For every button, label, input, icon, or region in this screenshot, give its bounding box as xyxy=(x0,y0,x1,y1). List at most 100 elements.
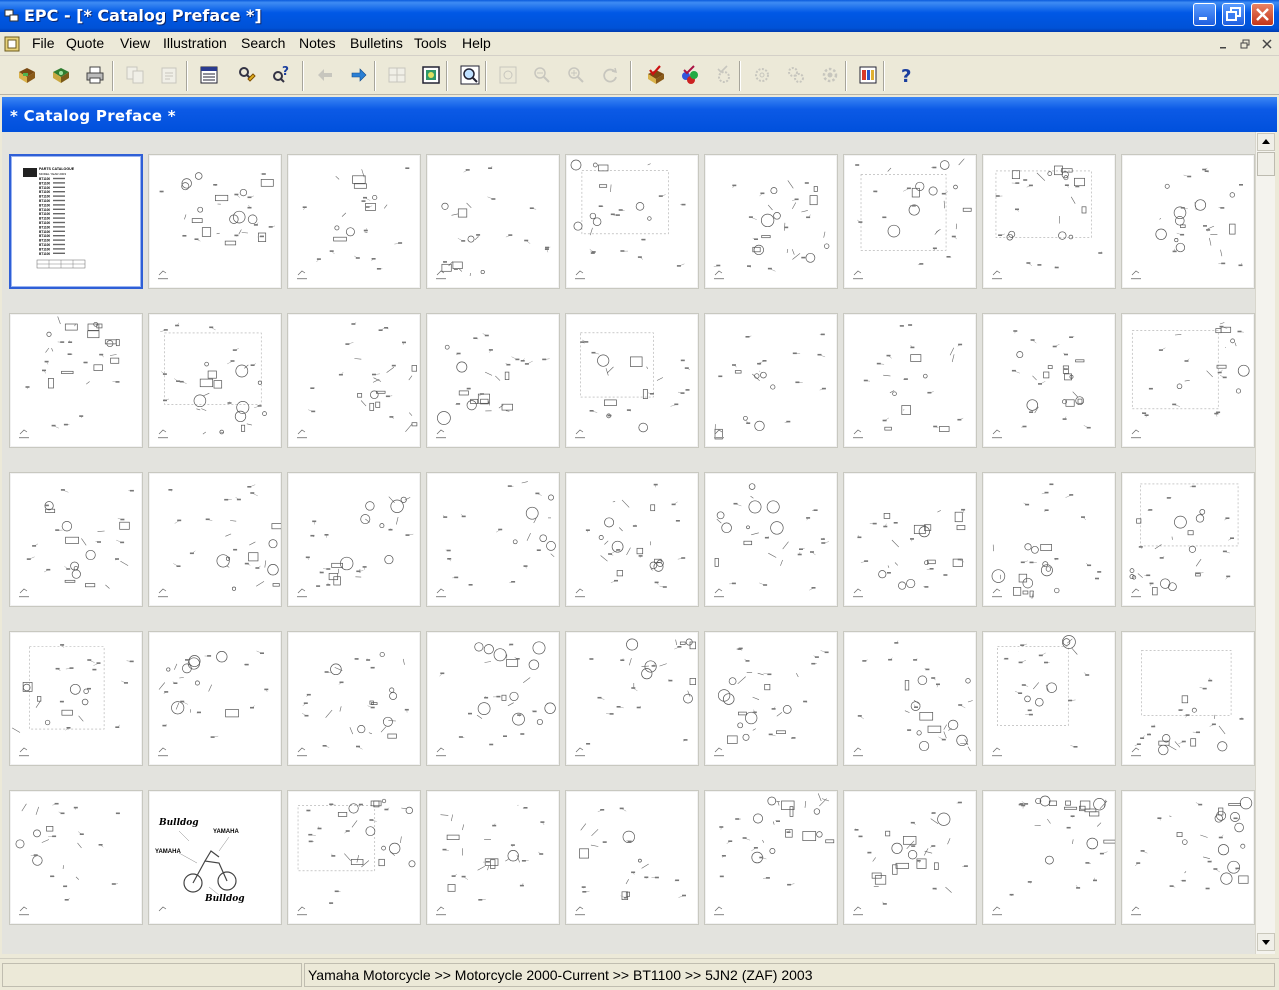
close-button[interactable] xyxy=(1251,3,1274,26)
paste-page-button[interactable] xyxy=(156,61,182,89)
thumbnail-page[interactable] xyxy=(1121,472,1255,607)
close-icon xyxy=(1256,8,1269,21)
thumbnails-button[interactable] xyxy=(384,61,410,89)
gear-tool-3-button[interactable] xyxy=(817,61,843,89)
preface-model: BT1100 xyxy=(39,203,50,207)
thumbnail-page[interactable] xyxy=(565,472,699,607)
thumbnail-page[interactable] xyxy=(148,631,282,766)
svg-text:?: ? xyxy=(901,66,911,86)
thumbnail-preface-page[interactable]: PARTS CATALOGUE MODEL YEAR 2003 BT1100 BT11… xyxy=(9,154,143,289)
thumbnail-page[interactable] xyxy=(9,790,143,925)
bulletin-icon xyxy=(859,66,877,84)
thumbnail-page[interactable] xyxy=(287,631,421,766)
menu-bulletins[interactable]: Bulletins xyxy=(350,35,403,51)
page-illustration xyxy=(853,508,966,598)
gear-tool-2-button[interactable] xyxy=(783,61,809,89)
scroll-down-button[interactable] xyxy=(1257,933,1275,951)
menu-file[interactable]: File xyxy=(32,35,55,51)
thumbnail-page[interactable] xyxy=(843,154,977,289)
open-catalog-button[interactable] xyxy=(14,61,40,89)
page-illustration xyxy=(1131,650,1244,757)
print-button[interactable] xyxy=(82,61,108,89)
thumbnail-page[interactable] xyxy=(9,472,143,607)
back-button[interactable] xyxy=(312,61,338,89)
catalog-list-button[interactable] xyxy=(48,61,74,89)
thumbnail-page[interactable] xyxy=(843,313,977,448)
zoom-out-button[interactable] xyxy=(529,61,555,89)
menu-illustration[interactable]: Illustration xyxy=(163,35,227,51)
thumbnail-page[interactable] xyxy=(982,472,1116,607)
find-part-button[interactable] xyxy=(234,61,260,89)
gear-settings-icon xyxy=(822,67,838,83)
thumbnail-page[interactable] xyxy=(426,154,560,289)
thumbnail-page[interactable] xyxy=(148,154,282,289)
bulletin-button[interactable] xyxy=(855,61,881,89)
thumbnail-page[interactable] xyxy=(565,154,699,289)
mdi-minimize-button[interactable] xyxy=(1216,37,1230,51)
thumbnail-page[interactable] xyxy=(148,313,282,448)
thumbnail-page[interactable] xyxy=(982,313,1116,448)
zoom-window-button[interactable] xyxy=(457,61,483,89)
minimize-button[interactable] xyxy=(1193,3,1216,26)
menu-search[interactable]: Search xyxy=(241,35,285,51)
thumbnail-page[interactable] xyxy=(9,631,143,766)
mdi-restore-button[interactable] xyxy=(1238,37,1252,51)
query-button[interactable]: ? xyxy=(268,61,294,89)
colors-button[interactable] xyxy=(677,61,703,89)
parts-check-button[interactable] xyxy=(711,61,737,89)
thumbnail-page[interactable] xyxy=(426,472,560,607)
thumbnail-page[interactable] xyxy=(426,631,560,766)
thumbnail-page[interactable] xyxy=(287,472,421,607)
thumbnail-page[interactable] xyxy=(287,313,421,448)
menu-help[interactable]: Help xyxy=(462,35,491,51)
copy-page-button[interactable] xyxy=(122,61,148,89)
thumbnail-page[interactable] xyxy=(148,472,282,607)
thumbnail-page[interactable] xyxy=(287,790,421,925)
rotate-button[interactable] xyxy=(597,61,623,89)
thumbnail-page[interactable] xyxy=(1121,154,1255,289)
thumbnail-page[interactable] xyxy=(704,472,838,607)
document-icon[interactable] xyxy=(3,35,21,53)
vertical-scrollbar[interactable] xyxy=(1255,132,1275,954)
thumbnail-page[interactable] xyxy=(565,631,699,766)
thumbnail-page[interactable] xyxy=(704,790,838,925)
thumbnail-page[interactable] xyxy=(704,154,838,289)
thumbnail-page[interactable] xyxy=(565,313,699,448)
thumbnail-page[interactable]: Bulldog YAMAHA YAMAHA Bulldog xyxy=(148,790,282,925)
thumbnail-page[interactable] xyxy=(1121,790,1255,925)
thumbnail-page[interactable] xyxy=(982,631,1116,766)
thumbnail-page[interactable] xyxy=(982,790,1116,925)
scroll-thumb[interactable] xyxy=(1257,152,1275,176)
thumbnail-page[interactable] xyxy=(843,472,977,607)
mdi-close-button[interactable] xyxy=(1260,37,1274,51)
thumbnail-page[interactable] xyxy=(1121,313,1255,448)
thumbnail-page[interactable] xyxy=(704,313,838,448)
thumbnail-page[interactable] xyxy=(565,790,699,925)
forward-button[interactable] xyxy=(346,61,372,89)
help-button[interactable]: ? xyxy=(893,61,919,89)
thumbnail-page[interactable] xyxy=(9,313,143,448)
menu-quote[interactable]: Quote xyxy=(66,35,104,51)
preface-model: BT1100 xyxy=(39,225,50,229)
maximize-button[interactable] xyxy=(1222,3,1245,26)
thumbnail-page[interactable] xyxy=(982,154,1116,289)
thumbnail-page[interactable] xyxy=(426,790,560,925)
menu-notes[interactable]: Notes xyxy=(299,35,336,51)
thumbnail-page[interactable] xyxy=(287,154,421,289)
thumbnail-page[interactable] xyxy=(843,631,977,766)
thumbnail-page[interactable] xyxy=(1121,631,1255,766)
menu-view[interactable]: View xyxy=(120,35,150,51)
zoom-in-button[interactable] xyxy=(563,61,589,89)
illustration-button[interactable] xyxy=(418,61,444,89)
preface-model: BT1100 xyxy=(39,239,50,243)
parts-list-button[interactable] xyxy=(196,61,222,89)
thumbnail-page[interactable] xyxy=(704,631,838,766)
fit-page-button[interactable] xyxy=(495,61,521,89)
gear-tool-1-button[interactable] xyxy=(749,61,775,89)
menu-tools[interactable]: Tools xyxy=(414,35,447,51)
scroll-up-button[interactable] xyxy=(1257,133,1275,151)
thumbnail-page[interactable] xyxy=(843,790,977,925)
fit-icon xyxy=(499,66,517,84)
thumbnail-page[interactable] xyxy=(426,313,560,448)
add-to-quote-button[interactable] xyxy=(643,61,669,89)
